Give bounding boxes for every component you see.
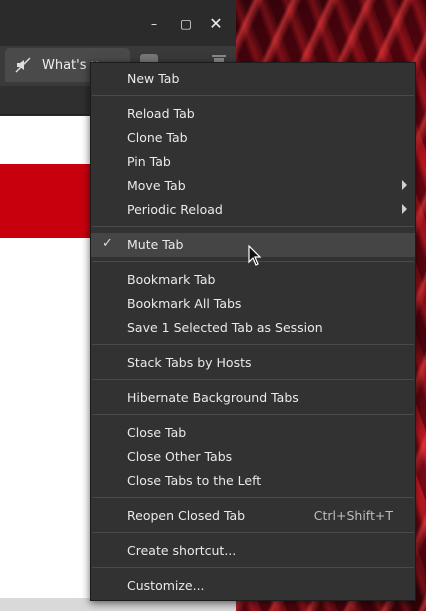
minimize-button[interactable]: – (143, 12, 165, 34)
close-icon: ✕ (209, 13, 223, 33)
menu-item-close-tabs-left[interactable]: Close Tabs to the Left (91, 469, 415, 493)
maximize-icon: ▢ (180, 15, 192, 31)
menu-separator (92, 344, 414, 345)
menu-item-reopen-closed-tab[interactable]: Reopen Closed Tab Ctrl+Shift+T (91, 504, 415, 528)
title-bar: – ▢ ✕ (0, 0, 236, 46)
checkmark-icon: ✓ (102, 236, 113, 251)
maximize-button[interactable]: ▢ (175, 12, 197, 34)
menu-item-pin-tab[interactable]: Pin Tab (91, 150, 415, 174)
menu-separator (92, 414, 414, 415)
submenu-arrow-icon (402, 204, 407, 214)
mute-speaker-icon[interactable] (15, 57, 31, 73)
menu-item-new-tab[interactable]: New Tab (91, 67, 415, 91)
menu-item-hibernate-tabs[interactable]: Hibernate Background Tabs (91, 386, 415, 410)
menu-item-stack-tabs[interactable]: Stack Tabs by Hosts (91, 351, 415, 375)
menu-separator (92, 567, 414, 568)
menu-separator (92, 379, 414, 380)
menu-separator (92, 532, 414, 533)
menu-separator (92, 497, 414, 498)
menu-item-bookmark-all-tabs[interactable]: Bookmark All Tabs (91, 292, 415, 316)
mouse-pointer-icon (248, 245, 262, 266)
menu-item-close-other-tabs[interactable]: Close Other Tabs (91, 445, 415, 469)
menu-item-periodic-reload[interactable]: Periodic Reload (91, 198, 415, 222)
menu-item-move-tab[interactable]: Move Tab (91, 174, 415, 198)
close-button[interactable]: ✕ (205, 12, 227, 34)
menu-item-close-tab[interactable]: Close Tab (91, 421, 415, 445)
submenu-arrow-icon (402, 180, 407, 190)
menu-separator (92, 226, 414, 227)
menu-item-clone-tab[interactable]: Clone Tab (91, 126, 415, 150)
shortcut-label: Ctrl+Shift+T (313, 508, 393, 523)
tab-context-menu: New Tab Reload Tab Clone Tab Pin Tab Mov… (90, 62, 416, 601)
menu-item-customize[interactable]: Customize... (91, 574, 415, 598)
menu-item-save-session[interactable]: Save 1 Selected Tab as Session (91, 316, 415, 340)
menu-separator (92, 95, 414, 96)
menu-item-create-shortcut[interactable]: Create shortcut... (91, 539, 415, 563)
menu-item-reload-tab[interactable]: Reload Tab (91, 102, 415, 126)
menu-item-bookmark-tab[interactable]: Bookmark Tab (91, 268, 415, 292)
minimize-icon: – (150, 15, 158, 31)
